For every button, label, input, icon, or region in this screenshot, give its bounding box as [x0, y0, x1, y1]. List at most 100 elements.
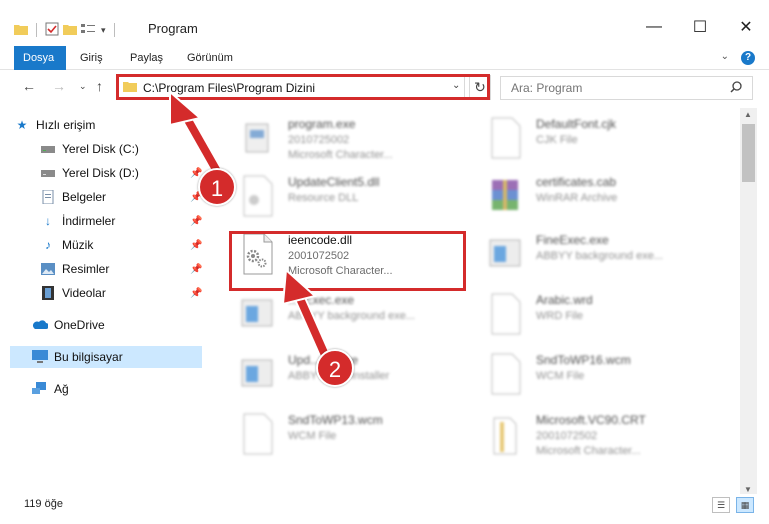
file-tile[interactable]: UpdateClient5.dll Resource DLL [220, 170, 460, 228]
tab-file[interactable]: Dosya [14, 46, 66, 70]
customize-icon[interactable] [81, 23, 97, 38]
file-name: ...eExec.exe [288, 293, 355, 307]
file-name: Microsoft.VC90.CRT [536, 413, 646, 427]
sidebar-item-local-disk-c[interactable]: Yerel Disk (C:) [40, 138, 204, 160]
sidebar-item-pictures[interactable]: Resimler [40, 258, 190, 280]
properties-icon[interactable] [45, 22, 59, 39]
sidebar-item-label: İndirmeler [62, 214, 116, 228]
chevron-down-icon[interactable]: ▾ [101, 25, 106, 36]
folder-icon [493, 417, 517, 455]
sidebar-item-local-disk-d[interactable]: Yerel Disk (D:) [40, 162, 204, 184]
forward-arrow-icon[interactable]: → [52, 78, 66, 94]
new-folder-icon[interactable] [63, 23, 77, 38]
close-button[interactable]: ✕ [723, 12, 769, 42]
sidebar-item-label: Belgeler [62, 190, 107, 204]
tab-view[interactable]: Görünüm [187, 46, 233, 70]
navigation-pane: ★ Hızlı erişim Yerel Disk (C:) Yerel Dis… [0, 108, 210, 502]
file-detail: ABBYY background exe... [288, 310, 415, 322]
sidebar-item-label: Müzik [62, 238, 94, 252]
file-tile[interactable]: DefaultFont.cjk CJK File [468, 112, 708, 170]
address-highlight-box [116, 74, 490, 100]
file-detail: WinRAR Archive [536, 192, 618, 204]
file-tile[interactable]: SndToWP16.wcm WCM File [468, 348, 708, 406]
sidebar-item-quick-access[interactable]: ★ Hızlı erişim [14, 114, 204, 136]
blank-file-icon [243, 413, 273, 455]
sidebar-item-downloads[interactable]: ↓ İndirmeler [40, 210, 190, 232]
blank-file-icon [491, 293, 521, 335]
details-view-icon[interactable]: ☰ [712, 497, 730, 513]
sidebar-item-music[interactable]: ♪ Müzik [40, 234, 190, 256]
file-tile[interactable]: SndToWP13.wcm WCM File [220, 408, 460, 466]
pin-icon[interactable]: 📌 [190, 264, 202, 275]
file-detail: WCM File [536, 370, 585, 382]
file-detail: WCM File [288, 430, 337, 442]
help-button[interactable]: ? [741, 51, 755, 65]
file-name: SndToWP13.wcm [288, 413, 383, 427]
file-detail: ABBYY background exe... [536, 250, 663, 262]
documents-icon [40, 189, 56, 205]
file-tile[interactable]: Arabic.wrd WRD File [468, 288, 708, 346]
cloud-icon [32, 317, 48, 333]
sidebar-item-label: Videolar [62, 286, 106, 300]
search-input[interactable] [511, 81, 721, 95]
file-tile[interactable]: FineExec.exe ABBYY background exe... [468, 228, 708, 286]
maximize-button[interactable]: ☐ [677, 12, 723, 42]
file-name: DefaultFont.cjk [536, 117, 617, 131]
music-icon: ♪ [45, 238, 51, 252]
sidebar-item-onedrive[interactable]: OneDrive [32, 314, 204, 336]
back-arrow-icon[interactable]: ← [22, 78, 36, 94]
file-detail: Microsoft Character... [536, 445, 641, 457]
window-controls: — ☐ ✕ [631, 12, 769, 42]
file-tile[interactable]: program.exe 2010725002 Microsoft Charact… [220, 112, 460, 170]
sidebar-item-label: Ağ [54, 382, 69, 396]
quick-access-toolbar: ▾ [14, 20, 119, 40]
file-name: certificates.cab [536, 175, 617, 189]
pin-icon[interactable]: 📌 [190, 240, 202, 251]
window-title: Program [148, 21, 198, 36]
sidebar-item-label: Resimler [62, 262, 110, 276]
pin-icon[interactable]: 📌 [190, 288, 202, 299]
computer-icon [32, 349, 48, 365]
file-detail: Microsoft Character... [288, 149, 393, 161]
scroll-up-icon[interactable]: ▲ [744, 110, 752, 119]
up-arrow-icon[interactable]: ↑ [96, 78, 103, 94]
file-detail: WRD File [536, 310, 584, 322]
blank-file-icon [491, 353, 521, 395]
file-detail: Resource DLL [288, 192, 359, 204]
search-icon [730, 81, 742, 96]
pin-icon[interactable]: 📌 [190, 216, 202, 227]
sidebar-item-label: Hızlı erişim [36, 118, 96, 132]
divider [36, 23, 37, 37]
sidebar-item-label: Yerel Disk (C:) [62, 142, 139, 156]
file-name: Arabic.wrd [536, 293, 593, 307]
sidebar-item-this-pc[interactable]: Bu bilgisayar [10, 346, 202, 368]
file-tile[interactable]: ...eExec.exe ABBYY background exe... [220, 288, 460, 346]
file-tile[interactable]: Microsoft.VC90.CRT 2001072502 Microsoft … [468, 408, 708, 466]
file-name: program.exe [288, 117, 356, 131]
step-badge-1: 1 [198, 168, 236, 206]
scroll-down-icon[interactable]: ▼ [744, 485, 752, 494]
tab-share[interactable]: Paylaş [130, 46, 163, 70]
download-icon: ↓ [45, 214, 51, 228]
sidebar-item-label: OneDrive [54, 318, 105, 332]
sidebar-item-network[interactable]: Ağ [32, 378, 204, 400]
search-box[interactable] [500, 76, 753, 100]
vertical-scrollbar[interactable]: ▲ ▼ [740, 108, 757, 496]
sidebar-item-videos[interactable]: Videolar [40, 282, 190, 304]
archive-icon [492, 180, 518, 210]
blank-file-icon [491, 117, 521, 159]
file-name: FineExec.exe [536, 233, 609, 247]
drive-icon [40, 165, 56, 181]
scroll-thumb[interactable] [742, 124, 755, 182]
minimize-button[interactable]: — [631, 12, 677, 42]
sidebar-item-documents[interactable]: Belgeler [40, 186, 190, 208]
recent-locations-icon[interactable]: ⌄ [79, 81, 87, 92]
file-list: program.exe 2010725002 Microsoft Charact… [210, 108, 740, 502]
expand-ribbon-icon[interactable]: ⌄ [721, 51, 729, 62]
dll-icon [243, 175, 273, 217]
tiles-view-icon[interactable]: ▦ [736, 497, 754, 513]
tab-home[interactable]: Giriş [80, 46, 103, 70]
file-tile[interactable]: certificates.cab WinRAR Archive [468, 170, 708, 228]
folder-icon[interactable] [14, 23, 28, 38]
file-highlight-box [229, 231, 466, 291]
